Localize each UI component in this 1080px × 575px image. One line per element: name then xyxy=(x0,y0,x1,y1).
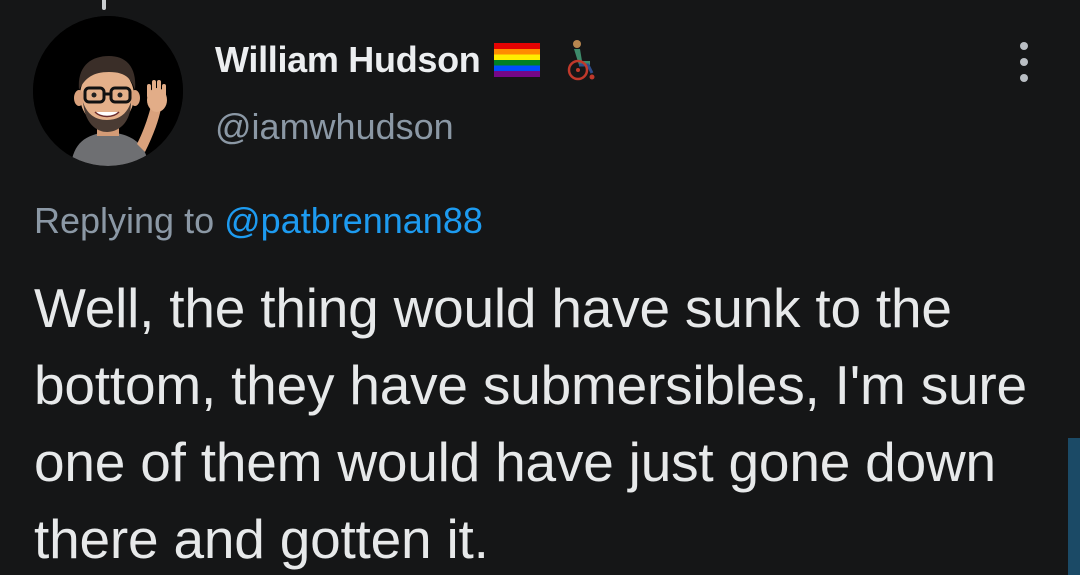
wheelchair-user-icon xyxy=(564,39,598,81)
reply-to-handle-link[interactable]: @patbrennan88 xyxy=(224,200,483,241)
tweet-text: Well, the thing would have sunk to the b… xyxy=(34,277,1027,570)
more-options-button[interactable] xyxy=(1010,42,1038,82)
rainbow-flag-icon xyxy=(494,43,541,77)
more-vertical-icon-dot xyxy=(1020,74,1028,82)
scroll-indicator xyxy=(1068,438,1080,575)
display-name[interactable]: William Hudson xyxy=(215,39,481,81)
avatar[interactable] xyxy=(33,16,183,166)
replying-to-line: Replying to @patbrennan88 xyxy=(34,200,483,242)
author-handle[interactable]: @iamwhudson xyxy=(215,106,598,148)
thread-connector-line xyxy=(102,0,106,10)
more-vertical-icon-dot xyxy=(1020,58,1028,66)
memoji-avatar-icon xyxy=(33,16,183,166)
replying-to-label: Replying to xyxy=(34,200,215,241)
name-row: William Hudson xyxy=(215,36,598,84)
tweet-view: William Hudson @iamwhudson Replying to @… xyxy=(0,0,1080,575)
tweet-header: William Hudson @iamwhudson xyxy=(215,36,598,148)
more-vertical-icon-dot xyxy=(1020,42,1028,50)
